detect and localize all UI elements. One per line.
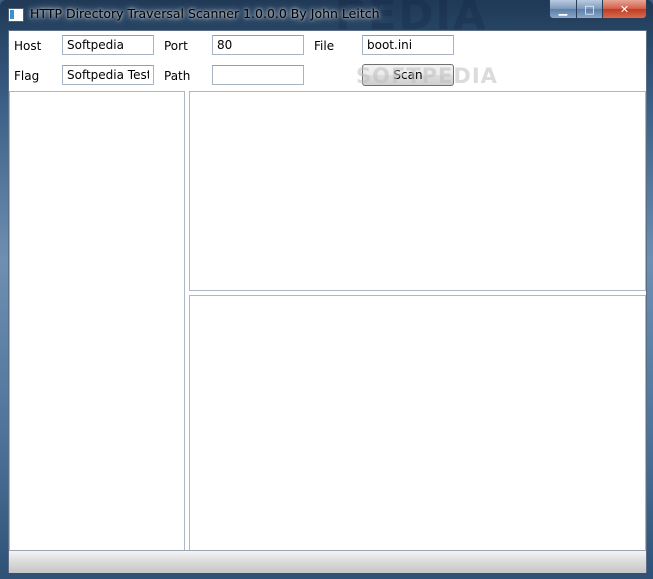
host-field[interactable] <box>62 35 154 55</box>
minimize-button[interactable]: ▁ <box>549 0 577 19</box>
window-title: HTTP Directory Traversal Scanner 1.0.0.0… <box>30 6 380 21</box>
app-icon[interactable] <box>8 8 24 22</box>
maximize-button[interactable]: □ <box>577 0 603 19</box>
response-panel[interactable] <box>189 295 646 551</box>
close-icon: ✕ <box>619 2 630 16</box>
client-area: Host Port File Flag Path Scan SOFTPEDIA … <box>8 30 647 573</box>
window-controls: ▁ □ ✕ <box>549 0 647 19</box>
scan-button[interactable]: Scan <box>362 64 454 86</box>
flag-field[interactable] <box>62 65 154 85</box>
app-window: PEDIA HTTP Directory Traversal Scanner 1… <box>0 0 653 579</box>
file-label: File <box>314 39 335 53</box>
request-panel[interactable] <box>189 91 646 291</box>
status-bar <box>9 550 646 573</box>
port-label: Port <box>164 39 188 53</box>
close-button[interactable]: ✕ <box>603 0 647 19</box>
title-bar[interactable]: PEDIA HTTP Directory Traversal Scanner 1… <box>0 0 653 39</box>
port-field[interactable] <box>212 35 304 55</box>
path-label: Path <box>164 69 191 83</box>
results-list[interactable] <box>9 91 185 551</box>
minimize-icon: ▁ <box>558 2 568 16</box>
path-field[interactable] <box>212 65 304 85</box>
host-label: Host <box>14 39 42 53</box>
file-field[interactable] <box>362 35 454 55</box>
maximize-icon: □ <box>584 2 595 16</box>
flag-label: Flag <box>14 69 40 83</box>
